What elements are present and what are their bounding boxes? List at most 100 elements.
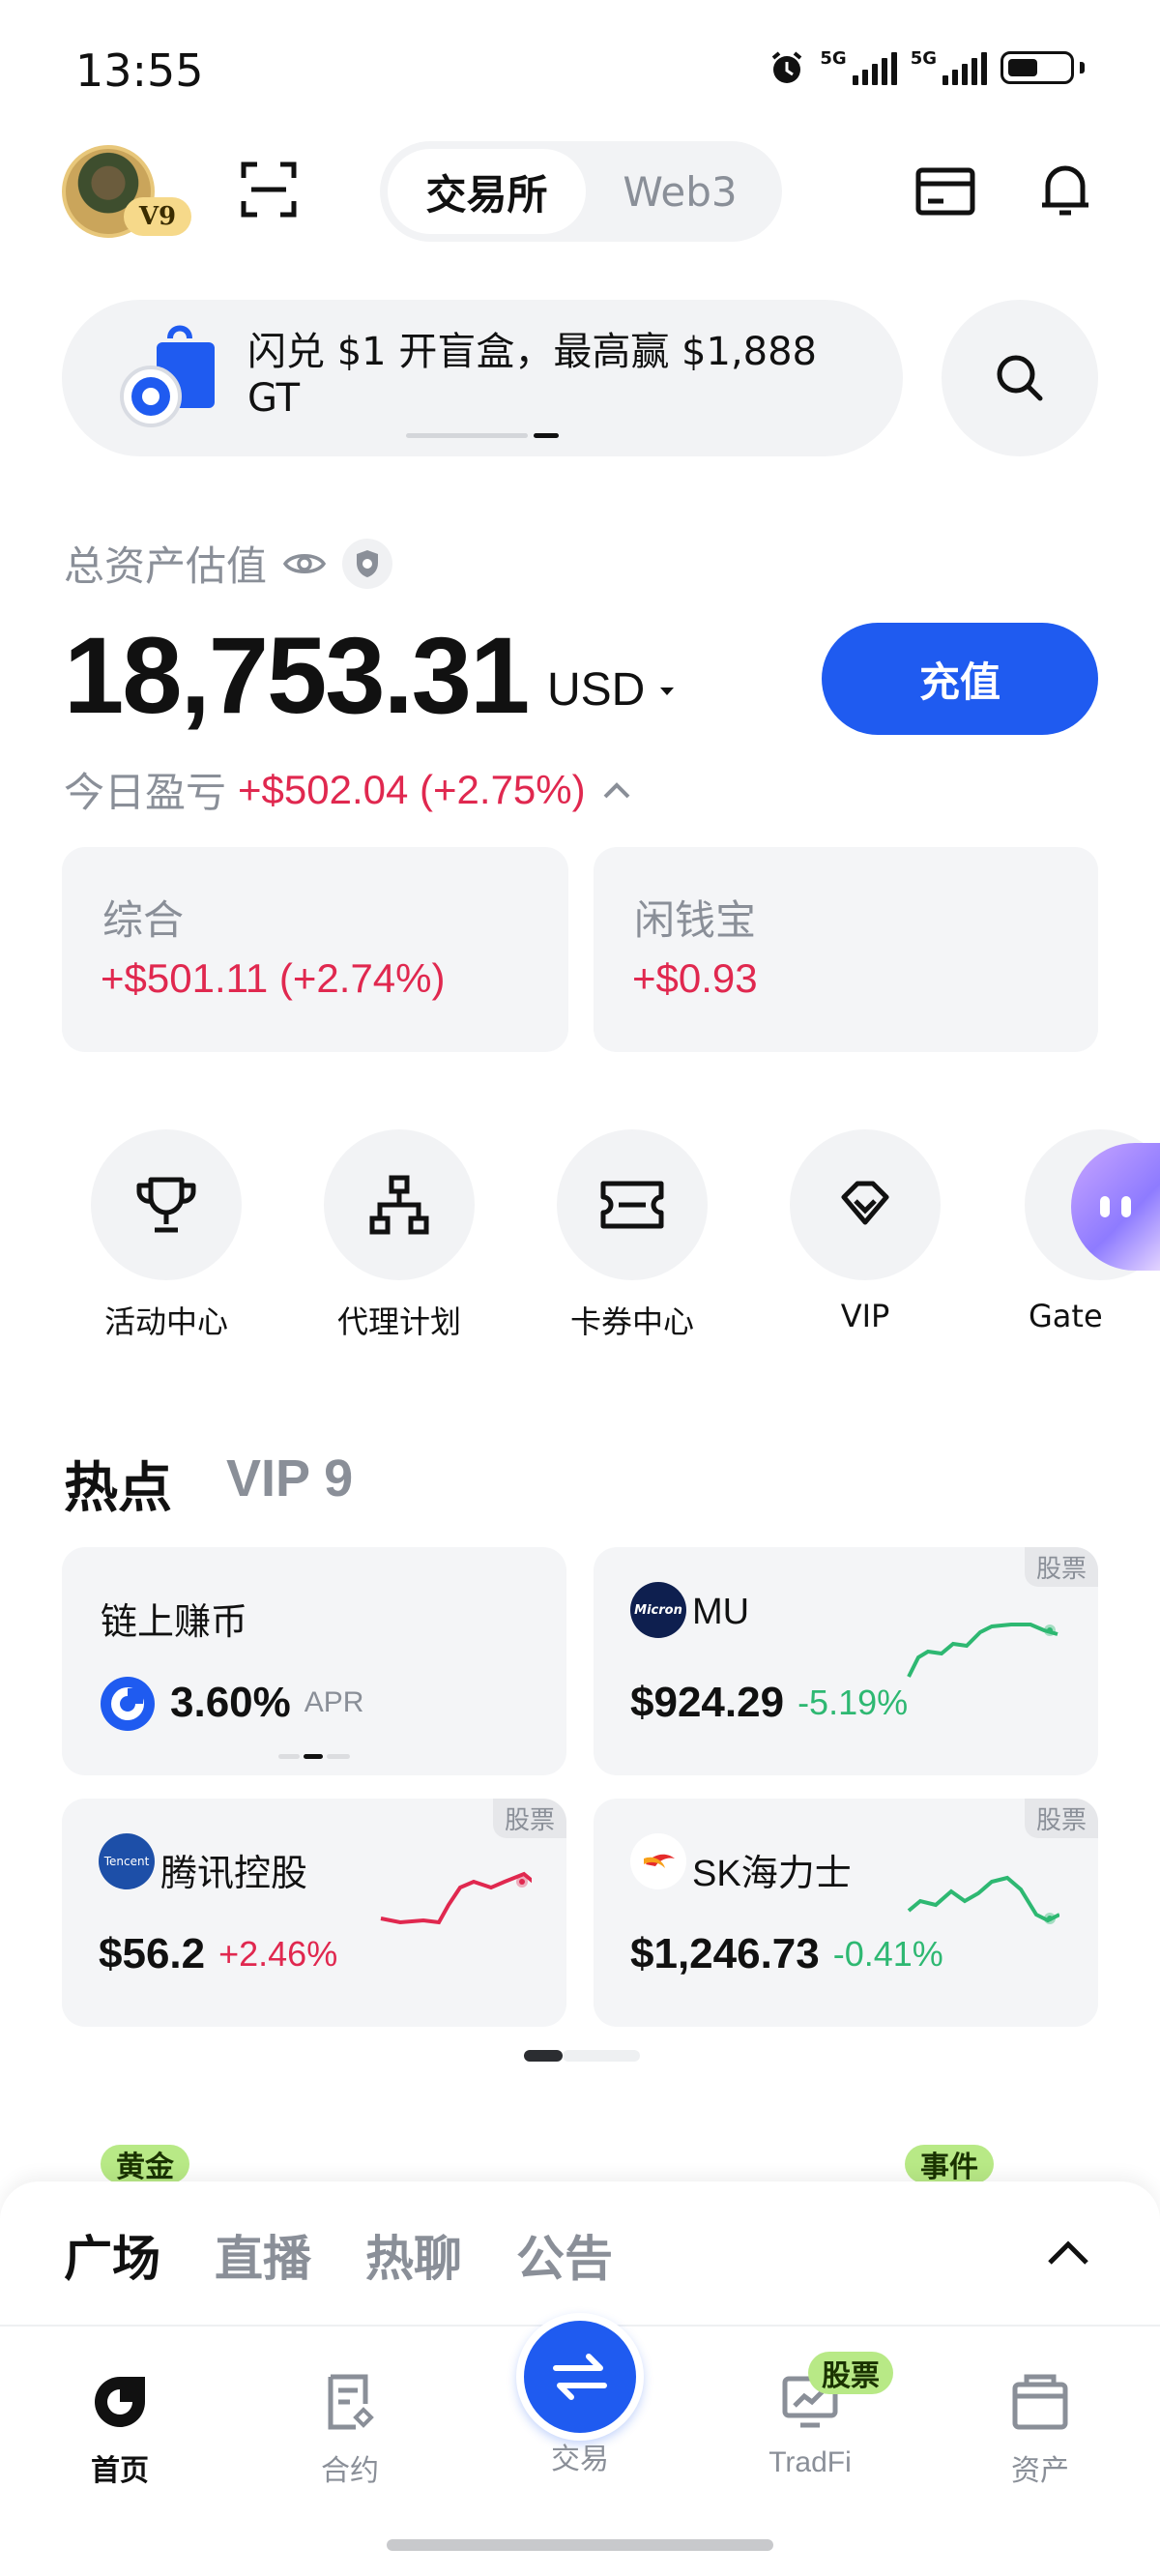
nav-trade[interactable]: 交易 (503, 2435, 657, 2477)
nav-label: 资产 (1011, 2454, 1069, 2488)
shield-icon[interactable] (342, 538, 393, 589)
daily-pnl-row[interactable]: 今日盈亏 +$502.04 (+2.75%) (64, 760, 636, 819)
home-indicator[interactable] (387, 2539, 773, 2551)
wallet-icon (1012, 2374, 1068, 2430)
trophy-icon (136, 1177, 196, 1233)
tab-square[interactable]: 广场 (64, 2220, 160, 2290)
chevron-up-icon[interactable] (1044, 2234, 1092, 2272)
sparkline-sk-hynix (907, 1875, 1059, 1924)
tencent-logo: Tencent (99, 1833, 155, 1889)
search-button[interactable] (942, 300, 1098, 456)
tab-announcements[interactable]: 公告 (516, 2220, 613, 2290)
daily-pnl-label: 今日盈亏 (64, 769, 227, 816)
swap-icon (553, 2354, 607, 2400)
ticket-icon (600, 1181, 664, 1229)
shortcut-label: 卡券中心 (569, 1303, 694, 1340)
price-row: $1,246.73 -0.41% (630, 1930, 943, 1978)
stock-tag: 股票 (492, 1799, 566, 1838)
apr-unit: APR (304, 1686, 364, 1718)
network-type: 5G (910, 48, 937, 69)
tab-hot-chat[interactable]: 热聊 (365, 2220, 462, 2290)
asset-label-row: 总资产估值 (64, 534, 393, 593)
nav-label: 合约 (321, 2454, 379, 2488)
card-icon[interactable] (914, 161, 976, 222)
caret-down-icon (660, 687, 675, 695)
home-icon (95, 2377, 145, 2427)
hot-pager (524, 2050, 640, 2062)
shortcut-label: 代理计划 (336, 1303, 461, 1340)
shortcut-label: VIP (840, 1298, 890, 1334)
hot-card-mu[interactable]: 股票 Micron MU $924.29 -5.19% (594, 1547, 1098, 1775)
stock-tag: 股票 (1024, 1547, 1098, 1587)
total-assets-label: 总资产估值 (64, 542, 268, 590)
exchange-web3-switch: 交易所 Web3 (380, 141, 782, 242)
tab-exchange[interactable]: 交易所 (388, 149, 586, 234)
total-assets-value: 18,753.31 (64, 615, 530, 736)
eye-icon[interactable] (282, 547, 327, 580)
hot-card-tencent[interactable]: 股票 Tencent 腾讯控股 $56.2 +2.46% (62, 1799, 566, 2027)
gold-tag[interactable]: 黄金 (101, 2145, 189, 2184)
banner-pager (406, 433, 559, 438)
battery-tip (1080, 62, 1085, 73)
scan-icon[interactable] (240, 161, 298, 219)
contract-icon (328, 2374, 374, 2430)
bell-icon[interactable] (1034, 159, 1096, 220)
nav-label: 交易 (551, 2443, 609, 2476)
card-title: 闲钱宝 (634, 896, 757, 944)
vip-section-title[interactable]: VIP 9 (226, 1449, 353, 1508)
pnl-card-overall[interactable]: 综合 +$501.11 (+2.74%) (62, 847, 568, 1052)
nav-label: 首页 (91, 2454, 149, 2488)
shortcut-affiliate[interactable]: 代理计划 (303, 1129, 496, 1342)
price-value: $1,246.73 (630, 1930, 820, 1977)
currency-selector[interactable]: USD (547, 663, 682, 717)
tab-live[interactable]: 直播 (215, 2220, 311, 2290)
currency-label: USD (547, 664, 646, 716)
battery-icon (1000, 51, 1074, 84)
shortcut-activity-center[interactable]: 活动中心 (70, 1129, 263, 1342)
card-value: +$501.11 (+2.74%) (101, 955, 446, 1001)
shortcut-label: 活动中心 (103, 1303, 228, 1340)
gate-coin-icon (101, 1677, 155, 1731)
status-time: 13:55 (75, 44, 204, 97)
apr-value: 3.60% (170, 1679, 291, 1726)
gift-bag-icon (120, 325, 215, 427)
vip-badge: V9 (124, 197, 191, 236)
tab-web3[interactable]: Web3 (586, 168, 774, 216)
org-chart-icon (369, 1175, 429, 1235)
chevron-up-icon (603, 781, 630, 798)
price-change: +2.46% (218, 1934, 338, 1974)
daily-pnl-value: +$502.04 (+2.75%) (238, 766, 586, 812)
hot-card-sk-hynix[interactable]: 股票 SK海力士 $1,246.73 -0.41% (594, 1799, 1098, 2027)
card-pager (278, 1754, 350, 1759)
pnl-card-savings[interactable]: 闲钱宝 +$0.93 (594, 847, 1098, 1052)
network-type: 5G (820, 48, 847, 69)
search-icon (997, 355, 1043, 401)
micron-logo: Micron (630, 1582, 686, 1638)
sk-hynix-logo (630, 1833, 686, 1889)
diamond-icon (841, 1181, 889, 1225)
nav-contracts[interactable]: 合约 (273, 2371, 427, 2489)
shortcut-label: Gate (1029, 1298, 1103, 1334)
apr-row: 3.60% APR (170, 1679, 363, 1727)
nav-home[interactable]: 首页 (43, 2371, 197, 2489)
hot-card-title: SK海力士 (692, 1854, 852, 1894)
shortcut-vip[interactable]: VIP (768, 1129, 962, 1334)
feed-tabs: 广场 直播 热聊 公告 (64, 2220, 613, 2290)
shortcut-coupon-center[interactable]: 卡券中心 (536, 1129, 729, 1342)
nav-label: TradFi (768, 2446, 852, 2478)
tradfi-badge: 股票 (808, 2352, 893, 2394)
status-icons: 5G 5G (768, 48, 1085, 87)
card-title: 综合 (102, 896, 185, 944)
nav-assets[interactable]: 资产 (963, 2371, 1117, 2489)
price-value: $56.2 (99, 1930, 206, 1977)
deposit-button[interactable]: 充值 (822, 623, 1098, 735)
price-value: $924.29 (630, 1679, 785, 1726)
hot-section-title[interactable]: 热点 (64, 1445, 172, 1523)
trade-fab[interactable] (516, 2313, 644, 2441)
card-value: +$0.93 (632, 955, 758, 1001)
sparkline-tencent (380, 1871, 532, 1925)
stock-tag: 股票 (1024, 1799, 1098, 1838)
signal-icon: 5G (820, 48, 897, 85)
event-tag[interactable]: 事件 (905, 2145, 994, 2184)
hot-card-onchain-earn[interactable]: 链上赚币 3.60% APR (62, 1547, 566, 1775)
